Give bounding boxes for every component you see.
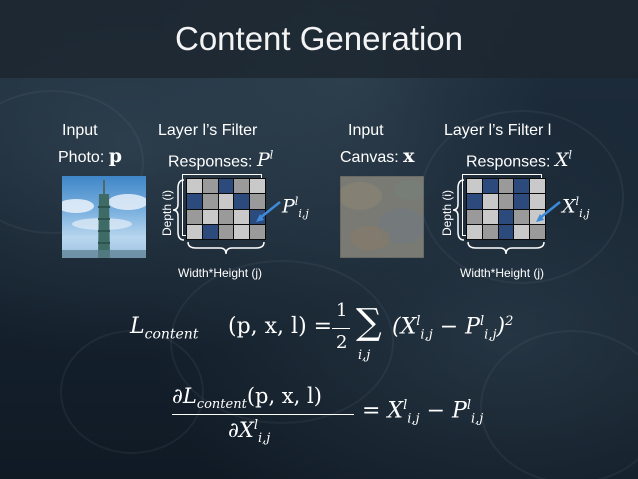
gradient-fraction-bar <box>172 414 354 415</box>
gradient-denominator: ∂Xli,j <box>228 418 271 447</box>
grid-cell <box>218 209 234 224</box>
grid-cell <box>498 224 514 239</box>
loss-body: (Xli,j − Pli,j)2 <box>392 314 514 343</box>
grid-cell <box>498 179 514 194</box>
loss-symbol: Lcontent <box>130 314 199 343</box>
input-photo-label-line1: Input <box>62 122 98 139</box>
grid-cell <box>234 224 250 239</box>
grid-cell <box>234 179 250 194</box>
grid-cell <box>218 179 234 194</box>
sum-symbol: ∑ <box>356 302 382 343</box>
noise-canvas-illustration <box>340 176 424 258</box>
grid-cell <box>482 194 498 209</box>
width-axis-label: Width*Height (j) <box>178 266 263 280</box>
input-photo <box>62 176 146 258</box>
slide: Content Generation Input Photo: p Layer … <box>0 0 638 479</box>
grid-cell <box>514 194 530 209</box>
grid-cell <box>482 179 498 194</box>
grid-cell <box>218 224 234 239</box>
input-photo-label-line2: Photo: p <box>58 145 123 167</box>
grid-cell <box>187 179 202 194</box>
grid-cell <box>234 209 250 224</box>
cell-p-symbol: Pli,j <box>282 195 309 221</box>
grid-cell <box>482 209 498 224</box>
grid-cell <box>187 209 202 224</box>
width-axis-label: Width*Height (j) <box>460 266 545 280</box>
grid-cell <box>187 194 202 209</box>
p-symbol: Pl <box>256 149 274 172</box>
fraction-denominator: 2 <box>336 332 348 353</box>
width-brace-icon <box>187 241 265 255</box>
input-canvas-label-line2: Canvas: x <box>340 145 415 167</box>
grid-cell <box>250 224 265 239</box>
filter-x-label-line1: Layer l’s Filter l <box>444 122 552 139</box>
sum-index: i,j <box>358 348 371 363</box>
photo-symbol: p <box>108 145 123 167</box>
gradient-rhs: = Xli,j − Pli,j <box>362 398 484 427</box>
arrow-icon <box>256 201 281 222</box>
grid-cell <box>467 194 482 209</box>
grid-cell <box>202 194 218 209</box>
slide-title: Content Generation <box>174 20 464 57</box>
grid-cell <box>514 209 530 224</box>
width-brace-icon <box>467 241 545 255</box>
grid-cell <box>530 224 545 239</box>
grid-cell <box>467 179 482 194</box>
grid-cell <box>514 179 530 194</box>
grid-cell <box>498 209 514 224</box>
grid-cell <box>498 194 514 209</box>
grid-cell <box>234 194 250 209</box>
filter-x-label-line2: Responses: Xl <box>466 149 573 172</box>
cell-x-symbol: Xli,j <box>562 195 590 221</box>
grid-cell <box>482 224 498 239</box>
grid-cell <box>202 179 218 194</box>
grid-cell <box>202 209 218 224</box>
grid-cell <box>218 194 234 209</box>
grid-cell <box>467 209 482 224</box>
content-loss-equation: Lcontent (p, x, l) = 1 2 ∑ i,j (Xli,j − … <box>130 300 550 370</box>
loss-args: (p, x, l) = <box>228 314 333 339</box>
filter-p-label-line2: Responses: Pl <box>168 149 274 172</box>
canvas-symbol: x <box>403 145 415 167</box>
grid-cell <box>467 224 482 239</box>
gradient-numerator: ∂Lcontent(p, x, l) <box>172 384 322 413</box>
arrow-icon <box>536 201 561 222</box>
grid-cell <box>530 179 545 194</box>
x-symbol: Xl <box>554 149 573 172</box>
fraction-numerator: 1 <box>336 300 348 321</box>
filter-p-label-line1: Layer l’s Filter <box>158 122 258 139</box>
input-canvas <box>340 176 424 258</box>
tower-photo-illustration <box>62 180 146 258</box>
grid-cell <box>250 179 265 194</box>
fraction-bar <box>332 328 350 329</box>
grid-cell <box>187 224 202 239</box>
gradient-equation: ∂Lcontent(p, x, l) ∂Xli,j = Xli,j − Pli,… <box>172 384 532 454</box>
input-canvas-label-line1: Input <box>348 122 384 139</box>
grid-cell <box>202 224 218 239</box>
grid-cell <box>514 224 530 239</box>
